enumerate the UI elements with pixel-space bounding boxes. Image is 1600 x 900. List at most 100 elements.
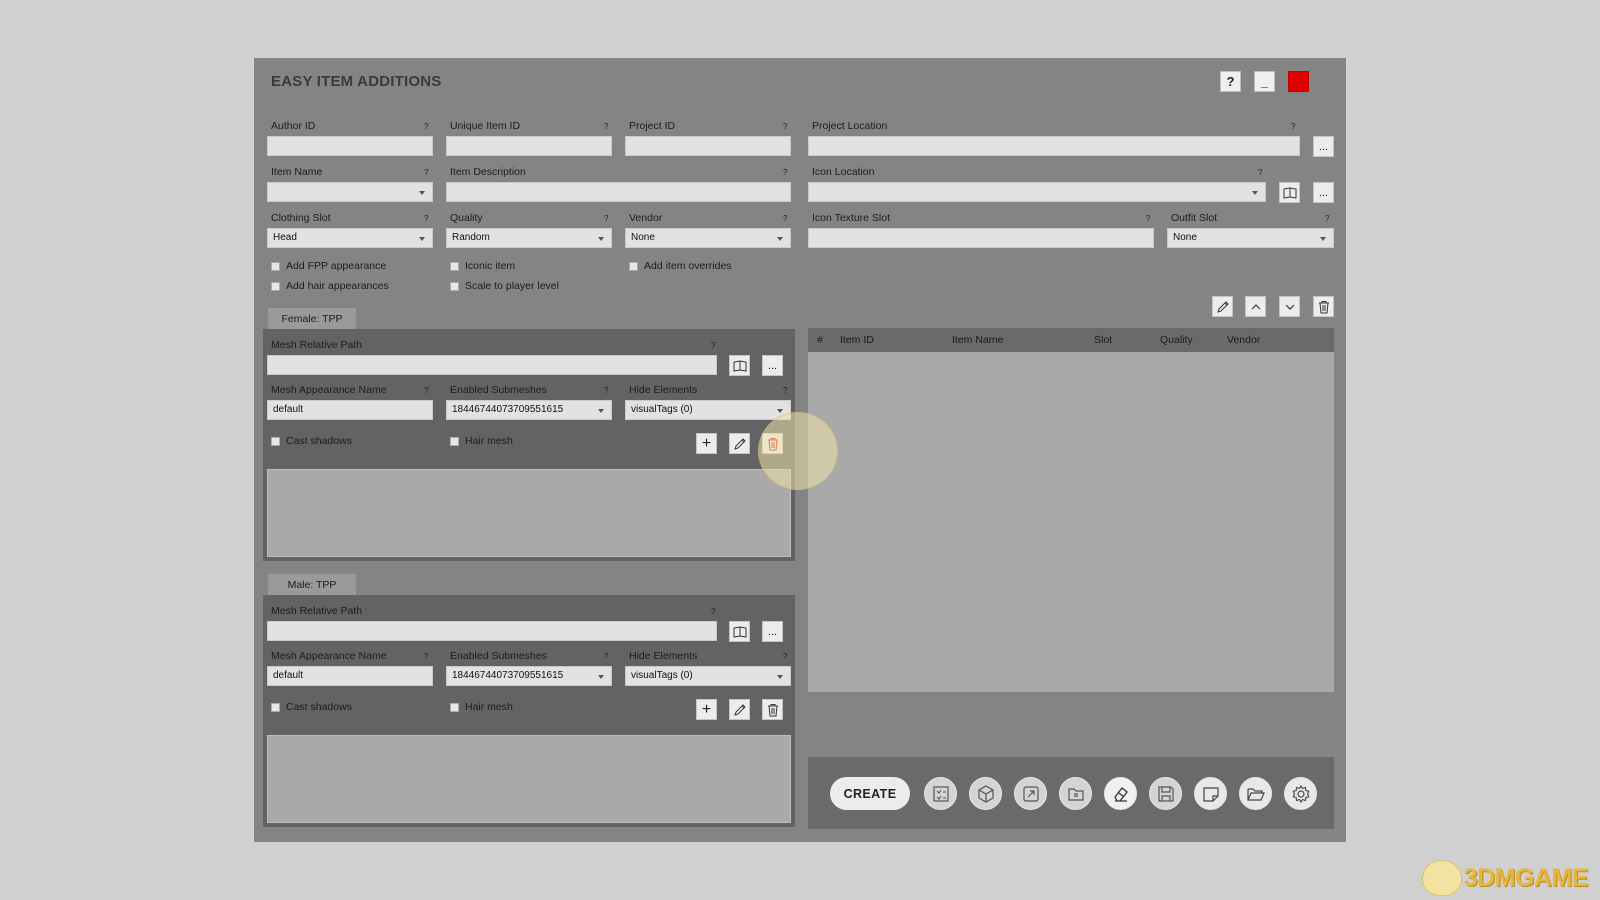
unique-item-id-input[interactable] xyxy=(446,136,612,156)
tab-male-tpp[interactable]: Male: TPP xyxy=(268,574,356,595)
project-id-help-icon[interactable]: ? xyxy=(783,122,787,131)
eraser-button[interactable] xyxy=(1104,777,1137,810)
new-file-button[interactable] xyxy=(1194,777,1227,810)
project-id-input[interactable] xyxy=(625,136,791,156)
mesh-browse-button[interactable]: ... xyxy=(762,621,783,642)
edit-item-button[interactable] xyxy=(1212,296,1233,317)
column-header-vendor[interactable]: Vendor xyxy=(1227,334,1260,346)
submeshes-dropdown[interactable]: 18446744073709551615 xyxy=(446,400,612,420)
appearance-name-input[interactable]: default xyxy=(267,666,433,686)
cast-shadows-checkbox[interactable]: Cast shadows xyxy=(271,435,352,447)
iconic-item-checkbox[interactable]: Iconic item xyxy=(450,260,515,272)
icon-location-dropdown[interactable] xyxy=(808,182,1266,202)
tab-female-tpp[interactable]: Female: TPP xyxy=(268,308,356,329)
author-id-help-icon[interactable]: ? xyxy=(424,122,428,131)
item-description-input[interactable] xyxy=(446,182,791,202)
open-folder-button[interactable] xyxy=(1239,777,1272,810)
column-header-slot[interactable]: Slot xyxy=(1094,334,1112,346)
delete-item-button[interactable] xyxy=(1313,296,1334,317)
hide-elements-help-icon[interactable]: ? xyxy=(783,652,787,661)
clothing-slot-dropdown[interactable]: Head xyxy=(267,228,433,248)
settings-button[interactable] xyxy=(1284,777,1317,810)
scale-to-level-checkbox[interactable]: Scale to player level xyxy=(450,280,559,292)
column-header-index[interactable]: # xyxy=(817,334,823,346)
checkbox-box[interactable] xyxy=(450,261,459,271)
checkbox-box[interactable] xyxy=(271,702,280,712)
add-overrides-checkbox[interactable]: Add item overrides xyxy=(629,260,732,272)
column-header-quality[interactable]: Quality xyxy=(1160,334,1193,346)
hair-mesh-checkbox[interactable]: Hair mesh xyxy=(450,701,513,713)
checkbox-box[interactable] xyxy=(450,702,459,712)
edit-appearance-button[interactable] xyxy=(729,433,750,454)
archive-button[interactable] xyxy=(1059,777,1092,810)
quality-dropdown[interactable]: Random xyxy=(446,228,612,248)
edit-appearance-button[interactable] xyxy=(729,699,750,720)
icon-texture-slot-input[interactable] xyxy=(808,228,1154,248)
submeshes-dropdown[interactable]: 18446744073709551615 xyxy=(446,666,612,686)
male-appearance-list[interactable] xyxy=(267,735,791,823)
icon-location-help-icon[interactable]: ? xyxy=(1258,168,1262,177)
outfit-slot-dropdown[interactable]: None xyxy=(1167,228,1334,248)
hair-mesh-checkbox[interactable]: Hair mesh xyxy=(450,435,513,447)
item-name-dropdown[interactable] xyxy=(267,182,433,202)
mesh-path-input[interactable] xyxy=(267,355,717,375)
checkbox-box[interactable] xyxy=(271,436,280,446)
add-fpp-checkbox[interactable]: Add FPP appearance xyxy=(271,260,386,272)
icon-texture-slot-help-icon[interactable]: ? xyxy=(1146,214,1150,223)
hide-elements-dropdown[interactable]: visualTags (0) xyxy=(625,400,791,420)
unique-item-id-help-icon[interactable]: ? xyxy=(604,122,608,131)
mesh-preview-button[interactable] xyxy=(729,355,750,376)
icon-location-preview-button[interactable] xyxy=(1279,182,1300,203)
appearance-help-icon[interactable]: ? xyxy=(424,386,428,395)
clothing-slot-help-icon[interactable]: ? xyxy=(424,214,428,223)
checkbox-box[interactable] xyxy=(450,281,459,291)
add-appearance-button[interactable]: + xyxy=(696,699,717,720)
cube-button[interactable] xyxy=(969,777,1002,810)
checkbox-box[interactable] xyxy=(629,261,638,271)
vendor-help-icon[interactable]: ? xyxy=(783,214,787,223)
submeshes-help-icon[interactable]: ? xyxy=(604,652,608,661)
project-location-input[interactable] xyxy=(808,136,1300,156)
checkbox-box[interactable] xyxy=(271,281,280,291)
author-id-input[interactable] xyxy=(267,136,433,156)
add-appearance-button[interactable]: + xyxy=(696,433,717,454)
outfit-slot-help-icon[interactable]: ? xyxy=(1325,214,1329,223)
cast-shadows-checkbox[interactable]: Cast shadows xyxy=(271,701,352,713)
minimize-button[interactable]: _ xyxy=(1254,71,1275,92)
delete-appearance-button[interactable] xyxy=(762,699,783,720)
mesh-path-input[interactable] xyxy=(267,621,717,641)
checkbox-box[interactable] xyxy=(271,261,280,271)
item-description-help-icon[interactable]: ? xyxy=(783,168,787,177)
column-header-item-name[interactable]: Item Name xyxy=(952,334,1003,346)
vendor-dropdown[interactable]: None xyxy=(625,228,791,248)
move-down-button[interactable] xyxy=(1279,296,1300,317)
hide-elements-help-icon[interactable]: ? xyxy=(783,386,787,395)
export-button[interactable] xyxy=(1014,777,1047,810)
project-location-help-icon[interactable]: ? xyxy=(1291,122,1295,131)
icon-location-browse-button[interactable]: ... xyxy=(1313,182,1334,203)
hide-elements-dropdown[interactable]: visualTags (0) xyxy=(625,666,791,686)
quality-help-icon[interactable]: ? xyxy=(604,214,608,223)
appearance-name-label: Mesh Appearance Name xyxy=(271,384,387,396)
book-icon xyxy=(1283,186,1296,199)
checklist-button[interactable] xyxy=(924,777,957,810)
help-button[interactable]: ? xyxy=(1220,71,1241,92)
item-table-body[interactable] xyxy=(808,352,1334,692)
item-name-help-icon[interactable]: ? xyxy=(424,168,428,177)
move-up-button[interactable] xyxy=(1245,296,1266,317)
mesh-browse-button[interactable]: ... xyxy=(762,355,783,376)
appearance-help-icon[interactable]: ? xyxy=(424,652,428,661)
checkbox-box[interactable] xyxy=(450,436,459,446)
female-appearance-list[interactable] xyxy=(267,469,791,557)
mesh-path-help-icon[interactable]: ? xyxy=(711,341,715,350)
add-hair-checkbox[interactable]: Add hair appearances xyxy=(271,280,389,292)
column-header-item-id[interactable]: Item ID xyxy=(840,334,874,346)
close-button[interactable] xyxy=(1288,71,1309,92)
appearance-name-input[interactable]: default xyxy=(267,400,433,420)
create-button[interactable]: CREATE xyxy=(830,777,910,810)
save-button[interactable] xyxy=(1149,777,1182,810)
mesh-preview-button[interactable] xyxy=(729,621,750,642)
submeshes-help-icon[interactable]: ? xyxy=(604,386,608,395)
project-location-browse-button[interactable]: ... xyxy=(1313,136,1334,157)
mesh-path-help-icon[interactable]: ? xyxy=(711,607,715,616)
